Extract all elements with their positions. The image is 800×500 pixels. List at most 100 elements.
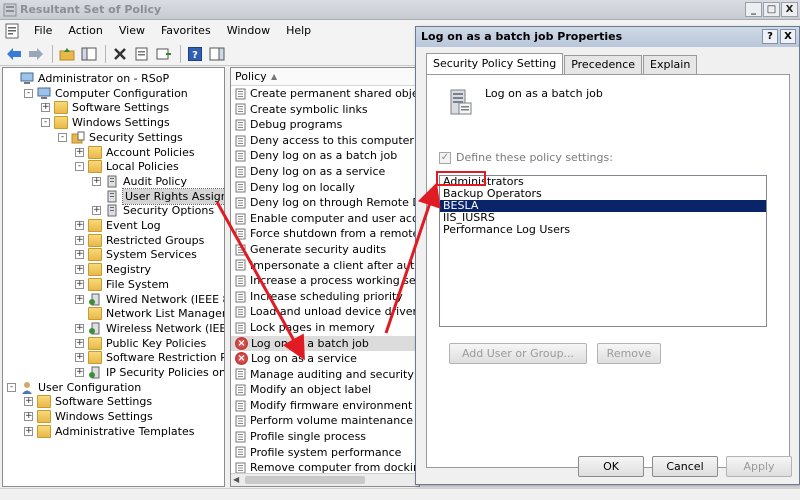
tree-node[interactable]: + Restricted Groups bbox=[75, 233, 204, 248]
policy-column-header[interactable]: Policy ▲ bbox=[231, 68, 419, 86]
up-folder-icon[interactable] bbox=[57, 45, 77, 63]
policy-row[interactable]: Manage auditing and security log bbox=[231, 367, 419, 383]
menu-favorites[interactable]: Favorites bbox=[153, 20, 219, 42]
tree-node[interactable]: - Security Settings bbox=[58, 130, 183, 145]
tree-node[interactable]: + System Services bbox=[75, 247, 197, 262]
collapse-icon[interactable]: - bbox=[75, 162, 84, 172]
collapse-icon[interactable]: - bbox=[24, 88, 33, 98]
tree-node[interactable]: + Public Key Policies bbox=[75, 336, 206, 351]
tree-node[interactable]: - Local Policies bbox=[75, 159, 179, 174]
tree-node[interactable]: + Software Restriction Policies bbox=[75, 350, 224, 365]
menu-window[interactable]: Window bbox=[219, 20, 278, 42]
policy-row[interactable]: Force shutdown from a remote syster bbox=[231, 226, 419, 242]
add-user-or-group-button[interactable]: Add User or Group... bbox=[449, 343, 587, 364]
account-list-item[interactable]: Performance Log Users bbox=[440, 224, 766, 236]
policy-row[interactable]: Profile system performance bbox=[231, 445, 419, 461]
dialog-help-button[interactable]: ? bbox=[762, 29, 778, 44]
policy-row[interactable]: Increase a process working set bbox=[231, 273, 419, 289]
policy-row[interactable]: Deny access to this computer from th bbox=[231, 133, 419, 149]
account-list-item[interactable]: Backup Operators bbox=[440, 188, 766, 200]
tree-node[interactable]: - User Configuration bbox=[7, 380, 141, 395]
tree-node[interactable]: + IP Security Policies on Local C bbox=[75, 365, 224, 380]
collapse-icon[interactable]: - bbox=[7, 382, 16, 392]
policy-row[interactable]: Deny log on as a service bbox=[231, 164, 419, 180]
menu-view[interactable]: View bbox=[111, 20, 153, 42]
expand-icon[interactable]: + bbox=[24, 412, 33, 422]
scroll-left-arrow-icon[interactable]: ◀ bbox=[233, 475, 239, 484]
policy-row[interactable]: Modify firmware environment values bbox=[231, 398, 419, 414]
expand-icon[interactable]: + bbox=[75, 265, 84, 275]
apply-button[interactable]: Apply bbox=[726, 456, 792, 477]
policy-row[interactable]: Increase scheduling priority bbox=[231, 289, 419, 305]
expand-icon[interactable]: + bbox=[75, 338, 84, 348]
ok-button[interactable]: OK bbox=[578, 456, 644, 477]
policy-row[interactable]: Deny log on as a batch job bbox=[231, 148, 419, 164]
accounts-listbox[interactable]: Administrators Backup Operators BESLA IIS_I… bbox=[439, 175, 767, 327]
expand-icon[interactable]: + bbox=[41, 103, 50, 113]
forward-arrow-icon[interactable] bbox=[26, 45, 46, 63]
policy-row[interactable]: Create symbolic links bbox=[231, 102, 419, 118]
expand-icon[interactable]: + bbox=[75, 353, 84, 363]
tree-node[interactable]: + File System bbox=[75, 277, 169, 292]
expand-icon[interactable]: + bbox=[75, 279, 84, 289]
tree-node[interactable]: + Audit Policy bbox=[92, 174, 187, 189]
tree-node[interactable]: + Registry bbox=[75, 262, 151, 277]
expand-icon[interactable]: + bbox=[75, 235, 84, 245]
tree-node[interactable]: + Wireless Network (IEEE 802. bbox=[75, 321, 224, 336]
tree-node[interactable]: + Administrative Templates bbox=[24, 424, 195, 439]
policy-horizontal-scrollbar[interactable]: ◀ bbox=[231, 473, 419, 486]
policy-row[interactable]: Deny log on locally bbox=[231, 180, 419, 196]
expand-icon[interactable]: + bbox=[75, 294, 84, 304]
tree-node[interactable]: + Windows Settings bbox=[24, 409, 153, 424]
policy-row[interactable]: Perform volume maintenance tasks bbox=[231, 413, 419, 429]
cancel-button[interactable]: Cancel bbox=[652, 456, 718, 477]
policy-row[interactable]: × Log on as a batch job bbox=[231, 335, 419, 352]
menu-help[interactable]: Help bbox=[278, 20, 319, 42]
policy-row[interactable]: Modify an object label bbox=[231, 382, 419, 398]
maximize-button[interactable]: □ bbox=[763, 2, 780, 17]
menu-action[interactable]: Action bbox=[60, 20, 110, 42]
policy-row[interactable]: Profile single process bbox=[231, 429, 419, 445]
tree-node[interactable]: Network List Manager Policies bbox=[75, 306, 224, 321]
close-button[interactable]: X bbox=[781, 2, 798, 17]
define-settings-checkbox[interactable]: ✓ bbox=[439, 151, 451, 164]
console-tree[interactable]: Administrator on - RSoP - Computer Configu… bbox=[2, 67, 225, 487]
menu-file[interactable]: File bbox=[26, 20, 60, 42]
help-icon[interactable]: ? bbox=[185, 45, 205, 63]
policy-row[interactable]: Deny log on through Remote Desktop bbox=[231, 195, 419, 211]
tree-node[interactable]: User Rights Assignment bbox=[92, 187, 224, 205]
tree-node[interactable]: + Account Policies bbox=[75, 145, 195, 160]
policy-row[interactable]: Debug programs bbox=[231, 117, 419, 133]
expand-icon[interactable]: + bbox=[24, 397, 33, 407]
expand-icon[interactable]: + bbox=[75, 221, 84, 230]
expand-icon[interactable]: + bbox=[75, 250, 84, 260]
policy-row[interactable]: Load and unload device drivers bbox=[231, 304, 419, 320]
tab-precedence[interactable]: Precedence bbox=[564, 55, 643, 74]
expand-icon[interactable]: + bbox=[75, 368, 84, 377]
policy-row[interactable]: Create permanent shared objects bbox=[231, 86, 419, 102]
tree-node[interactable]: + Software Settings bbox=[41, 100, 169, 115]
expand-icon[interactable]: + bbox=[75, 147, 84, 157]
properties-icon[interactable] bbox=[132, 45, 152, 63]
tree-node[interactable]: + Event Log bbox=[75, 218, 161, 233]
expand-icon[interactable]: + bbox=[75, 323, 84, 333]
expand-icon[interactable]: + bbox=[92, 176, 101, 186]
tab-explain[interactable]: Explain bbox=[643, 55, 698, 74]
scroll-thumb[interactable] bbox=[245, 476, 365, 484]
collapse-icon[interactable]: - bbox=[58, 132, 67, 142]
tree-node[interactable]: + Wired Network (IEEE 802.3) I bbox=[75, 292, 224, 307]
policy-row[interactable]: Lock pages in memory bbox=[231, 320, 419, 336]
export-list-icon[interactable] bbox=[154, 45, 174, 63]
show-hide-tree-icon[interactable] bbox=[79, 45, 99, 63]
policy-row[interactable]: Generate security audits bbox=[231, 242, 419, 258]
tab-security-policy-setting[interactable]: Security Policy Setting bbox=[426, 53, 564, 74]
remove-button[interactable]: Remove bbox=[597, 343, 661, 364]
policy-row[interactable]: Enable computer and user accounts t bbox=[231, 211, 419, 227]
expand-icon[interactable]: + bbox=[24, 426, 33, 436]
minimize-button[interactable]: _ bbox=[745, 2, 762, 17]
console-menu-icon[interactable] bbox=[4, 23, 22, 39]
collapse-icon[interactable]: - bbox=[41, 118, 50, 128]
policy-row[interactable]: × Log on as a service bbox=[231, 351, 419, 367]
tree-node[interactable]: + Security Options bbox=[92, 203, 214, 218]
back-arrow-icon[interactable] bbox=[4, 45, 24, 63]
